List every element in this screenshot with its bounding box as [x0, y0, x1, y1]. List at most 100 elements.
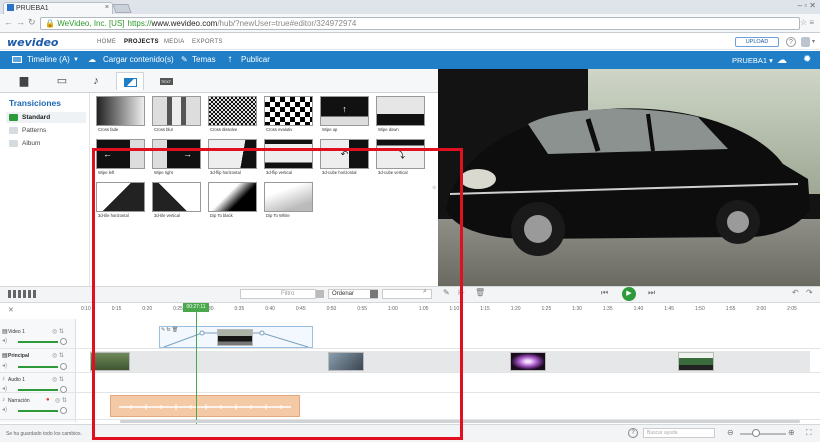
themes-button[interactable]: Temas — [192, 55, 216, 64]
record-icon[interactable]: ● — [46, 397, 50, 403]
browser-nav-icons[interactable]: ←→↻ — [4, 17, 39, 28]
video-clip[interactable] — [90, 352, 130, 371]
nav-home[interactable]: HOME — [97, 39, 116, 45]
bookmark-star-icon[interactable]: ☆ ≡ — [800, 18, 814, 27]
fit-screen-icon[interactable]: ⛶ — [806, 428, 812, 438]
window-controls-icon[interactable]: ‒ ▫ ✕ — [798, 1, 816, 10]
edit-pencil-icon[interactable]: ✎ — [443, 288, 450, 297]
transition-tile[interactable]: ⤵ 3d-cube vertical — [376, 139, 425, 177]
tab-video[interactable]: ▆ — [10, 72, 38, 90]
collapse-icon[interactable]: ✕ — [8, 306, 14, 314]
sidebar-item-patterns[interactable]: Patterns — [6, 125, 86, 136]
transition-tile[interactable]: 3d-flip horizontal — [208, 139, 257, 177]
transition-tile[interactable]: Cross evalutiv — [264, 96, 313, 134]
zoom-in-icon[interactable]: ⊕ — [788, 428, 795, 437]
project-menu[interactable]: PRUEBA1 ▾ — [732, 56, 773, 65]
publish-button[interactable]: Publicar — [241, 55, 270, 64]
filter-dropdown-icon[interactable] — [316, 290, 324, 298]
volume-knob[interactable] — [60, 338, 67, 345]
transition-tile[interactable]: → Wipe right — [152, 139, 201, 177]
playhead-line[interactable] — [196, 304, 197, 424]
transition-tile[interactable]: Cross fade — [96, 96, 145, 134]
speaker-icon[interactable]: ◂) — [2, 385, 7, 392]
volume-knob[interactable] — [60, 407, 67, 414]
search-icon[interactable]: ⌕ — [423, 288, 427, 296]
skip-forward-icon[interactable]: ⏭ — [648, 288, 655, 298]
clip-tools-icons[interactable]: ✎ fx 🗑 — [161, 327, 178, 333]
upload-content-button[interactable]: Cargar contenido(s) — [103, 55, 174, 64]
volume-knob[interactable] — [60, 363, 67, 370]
skip-back-icon[interactable]: ⏮ — [601, 288, 608, 298]
redo-icon[interactable]: ↷ — [806, 288, 813, 297]
sidebar-item-album[interactable]: Album — [6, 138, 86, 149]
video-clip[interactable] — [328, 352, 364, 371]
transition-tile[interactable]: ← Wipe left — [96, 139, 145, 177]
volume-slider[interactable] — [18, 389, 58, 391]
video-preview[interactable] — [438, 69, 820, 286]
trash-icon[interactable]: 🗑 — [475, 288, 485, 297]
visibility-icon[interactable]: ◎ ⇅ — [52, 328, 64, 335]
chevron-down-icon[interactable]: ▾ — [812, 38, 815, 45]
sidebar-item-standard[interactable]: Standard — [6, 112, 86, 123]
browser-tab[interactable]: PRUEBA1 × — [3, 2, 113, 14]
transition-tile[interactable]: Cross blur — [152, 96, 201, 134]
nav-exports[interactable]: EXPORTS — [192, 39, 223, 45]
url-field[interactable]: 🔒 WeVideo, Inc. [US] https://www.wevideo.… — [40, 17, 800, 30]
play-button[interactable]: ▶ — [622, 287, 636, 301]
filter-input[interactable]: Filtro — [240, 289, 316, 299]
zoom-knob[interactable] — [752, 429, 760, 437]
help-search-input[interactable]: Buscar ayuda — [643, 428, 715, 438]
video-clip[interactable] — [510, 352, 546, 371]
ruler-tick-label: 1:25 — [541, 306, 552, 312]
new-tab-button[interactable] — [112, 4, 132, 13]
help-icon[interactable]: ? — [786, 37, 796, 47]
transition-tile[interactable]: ↶ 3d-cube horizontal — [320, 139, 369, 177]
speaker-icon[interactable]: ◂) — [2, 406, 7, 413]
volume-knob[interactable] — [60, 386, 67, 393]
gear-icon[interactable]: ✹ — [803, 54, 811, 65]
wevideo-logo[interactable]: wevideo — [7, 36, 58, 49]
speaker-icon[interactable]: ◂) — [2, 337, 7, 344]
volume-slider[interactable] — [18, 410, 58, 412]
timeline-mode-label[interactable]: Timeline (A) — [27, 55, 70, 64]
help-icon[interactable]: ? — [628, 428, 638, 438]
volume-slider[interactable] — [18, 366, 58, 368]
tab-audio[interactable]: ♪ — [82, 72, 110, 90]
playhead-time[interactable]: 00:27:11 — [183, 303, 209, 312]
transition-tile[interactable]: 3d-tile vertical — [152, 182, 201, 220]
transition-tile[interactable]: 3d-tile horizontal — [96, 182, 145, 220]
cloud-icon[interactable]: ☁ — [777, 55, 787, 66]
preview-resize-handle[interactable]: ◆ — [432, 184, 438, 191]
zoom-out-icon[interactable]: ⊖ — [727, 428, 734, 437]
mute-icon[interactable]: ◎ ⇅ — [52, 376, 64, 383]
narration-audio-clip[interactable] — [110, 395, 300, 417]
nav-projects[interactable]: PROJECTS — [124, 39, 159, 45]
tab-close-icon[interactable]: × — [105, 4, 109, 11]
visibility-icon[interactable]: ◎ ⇅ — [52, 352, 64, 359]
transition-tile[interactable]: Dip To White — [264, 182, 313, 220]
volume-slider[interactable] — [18, 341, 58, 343]
nav-media[interactable]: MEDIA — [164, 39, 185, 45]
undo-icon[interactable]: ↶ — [792, 288, 799, 297]
mute-icon[interactable]: ◎ ⇅ — [55, 397, 67, 404]
transition-tile[interactable]: 3d-flip vertical — [264, 139, 313, 177]
timeline-scrollbar[interactable] — [120, 420, 800, 423]
car-clip-thumbnail[interactable] — [217, 329, 253, 346]
tab-text[interactable]: TEXT — [152, 72, 180, 90]
video-clip[interactable] — [678, 352, 714, 371]
tab-title: PRUEBA1 — [16, 5, 49, 12]
transition-tile[interactable]: Cross dissolve — [208, 96, 257, 134]
sort-dropdown-icon[interactable] — [370, 290, 378, 298]
transition-tile[interactable]: ↑ Wipe up — [320, 96, 369, 134]
tab-transitions[interactable] — [116, 72, 144, 90]
timeline-dropdown-icon[interactable]: ▼ — [73, 57, 79, 63]
transition-tile[interactable]: Wipe down — [376, 96, 425, 134]
tab-images[interactable]: ▭ — [48, 72, 76, 90]
upload-button[interactable]: UPLOAD — [735, 37, 779, 47]
split-icon[interactable]: ⊢ — [458, 288, 465, 297]
zoom-slider[interactable] — [740, 433, 786, 435]
timeline-view-icon[interactable] — [8, 290, 36, 298]
speaker-icon[interactable]: ◂) — [2, 362, 7, 369]
transition-tile[interactable]: Dip To black — [208, 182, 257, 220]
avatar[interactable] — [801, 37, 810, 47]
